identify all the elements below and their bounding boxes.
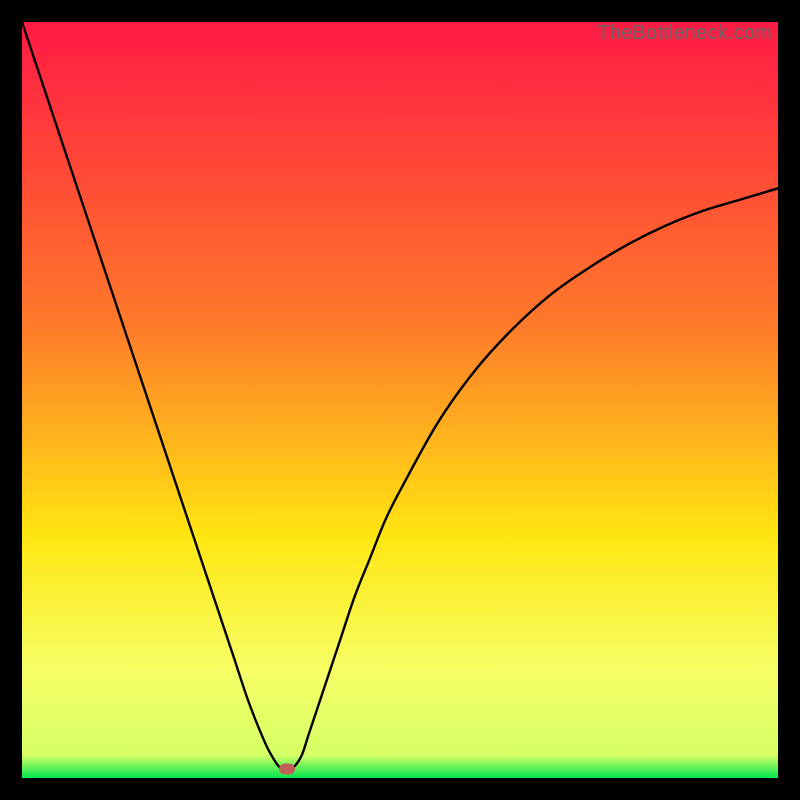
bottleneck-chart (22, 22, 778, 778)
chart-background (22, 22, 778, 778)
chart-frame: TheBottleneck.com (22, 22, 778, 778)
watermark-text: TheBottleneck.com (597, 22, 772, 45)
optimal-point-marker (279, 763, 295, 774)
